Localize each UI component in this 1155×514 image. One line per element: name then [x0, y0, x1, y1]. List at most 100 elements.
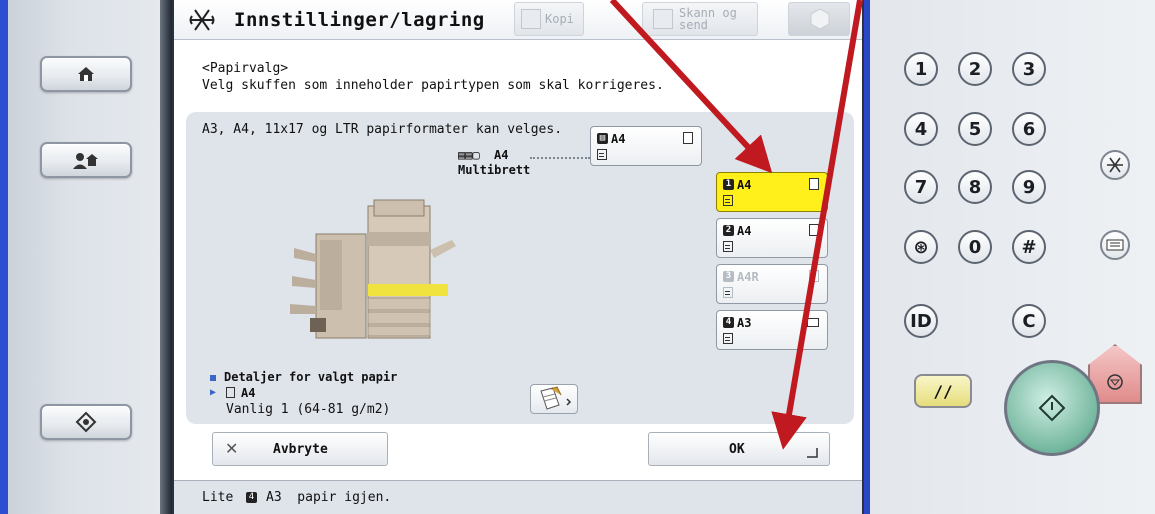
portrait-page-icon [809, 270, 819, 282]
settings-asterisk-icon [1107, 157, 1123, 173]
bezel-blue-strip [0, 0, 8, 514]
multi-tray-icons: ▤▤▢ [458, 148, 480, 162]
cube-icon [810, 8, 830, 30]
status-bar: Lite 4 A3 papir igjen. [174, 480, 862, 514]
key-2[interactable]: 2 [958, 52, 992, 86]
key-6[interactable]: 6 [1012, 112, 1046, 146]
tray-number: 2 [723, 225, 734, 236]
paper-stack-icon [723, 241, 733, 252]
ok-label: OK [729, 442, 745, 457]
tab-copy-label: Kopi [545, 12, 574, 26]
paper-stack-icon [723, 333, 733, 344]
key-hash[interactable]: # [1012, 230, 1046, 264]
tray-number: 3 [723, 271, 734, 282]
diamond-eye-icon [75, 411, 97, 433]
multi-tray-label: ▤▤▢ A4 Multibrett [458, 148, 530, 178]
close-icon: ✕ [225, 439, 239, 458]
key-5[interactable]: 5 [958, 112, 992, 146]
ok-button[interactable]: OK [648, 432, 830, 466]
pointer-arrow-icon: ▶ [210, 387, 217, 398]
tray-size: A4 [737, 224, 752, 238]
touch-screen: Innstillinger/lagring Kopi Skann og send… [172, 0, 864, 514]
format-note: A3, A4, 11x17 og LTR papirformater kan v… [202, 122, 563, 137]
start-key[interactable] [1004, 360, 1100, 456]
stop-icon [1107, 374, 1123, 390]
portrait-page-icon [809, 178, 819, 190]
copy-icon [521, 9, 541, 29]
control-panel: 1 2 3 4 5 6 7 8 9 ⊛ 0 # ID C // [864, 0, 1155, 514]
tray-multi-purpose[interactable]: ▤ A4 [590, 126, 702, 166]
status-prefix: Lite [202, 490, 234, 505]
key-asterisk[interactable]: ⊛ [904, 230, 938, 264]
counter-check-key[interactable] [1100, 230, 1130, 260]
tray-stack-icon: ▤ [597, 133, 608, 144]
portrait-page-icon [809, 224, 819, 236]
status-message: A3 papir igjen. [266, 490, 392, 505]
tray-3: 3 A4R [716, 264, 828, 304]
tab-copy[interactable]: Kopi [514, 2, 584, 36]
tray-number: 1 [723, 179, 734, 190]
details-title-text: Detaljer for valgt papir [224, 370, 398, 384]
selected-paper-size: ▶ A4 [210, 386, 256, 400]
home-icon [78, 67, 94, 81]
bullet-icon [210, 374, 216, 381]
status-monitor-button[interactable] [40, 142, 132, 178]
home-button[interactable] [40, 56, 132, 92]
paper-stack-icon [723, 195, 733, 206]
tray-4[interactable]: 4 A3 [716, 310, 828, 350]
cancel-label: Avbryte [273, 442, 328, 457]
instruction-text: <Papirvalg> Velg skuffen som inneholder … [202, 60, 664, 94]
energy-saver-button[interactable] [40, 404, 132, 440]
tab-scan-send-label: Skann og send [679, 6, 737, 32]
multi-tray-name: Multibrett [458, 163, 531, 177]
tray-number: 4 [723, 317, 734, 328]
cancel-button[interactable]: ✕ Avbryte [212, 432, 388, 466]
paper-select-panel: A3, A4, 11x17 og LTR papirformater kan v… [186, 112, 854, 424]
tray-size: A3 [737, 316, 752, 330]
paper-details-button[interactable] [530, 384, 578, 414]
tab-scan-send[interactable]: Skann og send [642, 2, 758, 36]
user-home-icon [73, 153, 98, 169]
instruction-message: Velg skuffen som inneholder papirtypen s… [202, 78, 664, 93]
portrait-page-icon [683, 132, 693, 144]
paper-stack-icon [723, 287, 733, 298]
enter-corner-icon [807, 448, 818, 458]
paper-stack-icon [597, 149, 607, 160]
key-7[interactable]: 7 [904, 170, 938, 204]
start-diamond-icon [1038, 394, 1066, 422]
key-0[interactable]: 0 [958, 230, 992, 264]
paper-settings-icon [540, 386, 572, 410]
tray-size: A4 [611, 132, 626, 146]
title-bar: Innstillinger/lagring Kopi Skann og send [174, 0, 862, 40]
id-key[interactable]: ID [904, 304, 938, 338]
key-4[interactable]: 4 [904, 112, 938, 146]
key-1[interactable]: 1 [904, 52, 938, 86]
multi-tray-connector [530, 157, 590, 159]
selected-paper-details-label: Detaljer for valgt papir [210, 370, 397, 384]
tray-1[interactable]: 1 A4 [716, 172, 828, 212]
key-8[interactable]: 8 [958, 170, 992, 204]
multi-tray-size: A4 [494, 148, 509, 162]
clear-key[interactable]: C [1012, 304, 1046, 338]
selected-paper-type: Vanlig 1 (64-81 g/m2) [226, 402, 391, 417]
settings-asterisk-icon [189, 9, 215, 31]
section-label: <Papirvalg> [202, 61, 289, 76]
scan-send-icon [653, 9, 673, 29]
page-title: Innstillinger/lagring [234, 9, 485, 31]
landscape-page-icon [807, 318, 819, 327]
details-size-text: A4 [241, 386, 256, 400]
key-9[interactable]: 9 [1012, 170, 1046, 204]
key-3[interactable]: 3 [1012, 52, 1046, 86]
tray-size: A4R [737, 270, 759, 284]
reset-key[interactable]: // [914, 374, 972, 408]
left-panel [0, 0, 172, 514]
tray-2[interactable]: 2 A4 [716, 218, 828, 258]
tray-size: A4 [737, 178, 752, 192]
status-tray-number: 4 [246, 492, 257, 503]
page-icon [226, 387, 235, 398]
tab-more[interactable] [788, 2, 850, 36]
printer-illustration [290, 199, 456, 339]
settings-key[interactable] [1100, 150, 1130, 180]
bezel-edge [160, 0, 172, 514]
counter-icon [1106, 239, 1124, 251]
